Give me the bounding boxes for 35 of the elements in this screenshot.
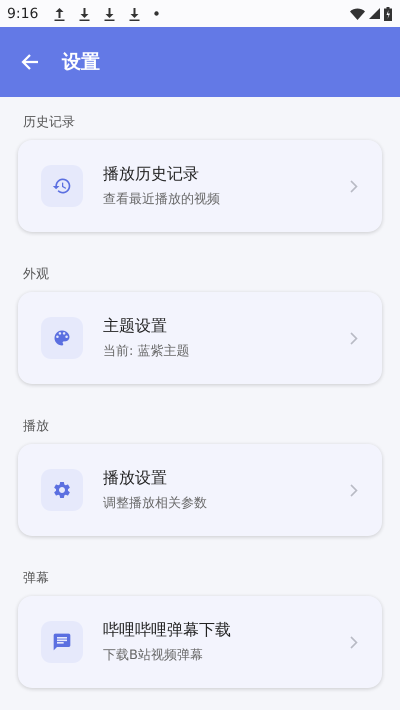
signal-icon (369, 8, 380, 19)
chevron-icon (350, 332, 358, 344)
palette-icon (52, 328, 72, 348)
section-label: 历史记录 (22, 114, 76, 132)
settings-card[interactable]: 哔哩哔哩弹幕下载 下载B站视频弹幕 (18, 596, 382, 688)
settings-card[interactable]: 播放设置 调整播放相关参数 (18, 444, 382, 536)
section-label: 播放 (22, 418, 50, 436)
card-subtitle: 下载B站视频弹幕 (103, 647, 204, 664)
card-title: 播放历史记录 (103, 164, 200, 185)
history-icon (52, 176, 72, 196)
section-label: 外观 (22, 266, 50, 284)
card-title: 播放设置 (103, 468, 168, 489)
download-icon (104, 6, 116, 20)
page-title: 设置 (62, 50, 100, 75)
chevron-icon (350, 636, 358, 648)
upload-icon (54, 6, 66, 20)
download-icon (129, 6, 140, 20)
card-title: 哔哩哔哩弹幕下载 (103, 620, 231, 641)
settings-icon (52, 480, 72, 500)
card-subtitle: 调整播放相关参数 (103, 495, 207, 512)
card-title: 主题设置 (103, 316, 168, 337)
wifi-icon (350, 8, 365, 20)
download-icon (79, 6, 90, 20)
back-button[interactable] (20, 52, 40, 72)
chevron-icon (350, 180, 358, 192)
card-subtitle: 当前: 蓝紫主题 (103, 343, 190, 360)
settings-card[interactable]: 主题设置 当前: 蓝紫主题 (18, 292, 382, 384)
card-subtitle: 查看最近播放的视频 (103, 191, 220, 208)
section-label: 弹幕 (22, 570, 50, 588)
battery-icon (384, 6, 392, 20)
notification-dot-icon (154, 11, 160, 16)
status-time: 9:16 (7, 6, 38, 22)
message-icon (52, 632, 72, 652)
chevron-icon (350, 484, 358, 496)
settings-card[interactable]: 播放历史记录 查看最近播放的视频 (18, 140, 382, 232)
